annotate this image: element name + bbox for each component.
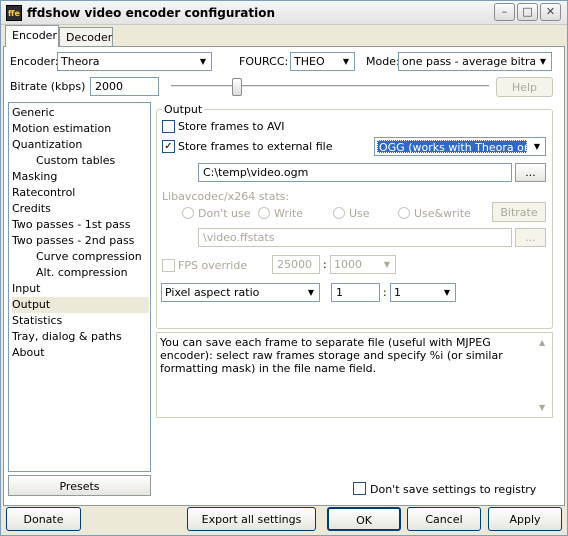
bitrate-button[interactable]: Bitrate	[492, 202, 546, 222]
tree-item-about[interactable]: About	[12, 345, 45, 361]
tree-item-statistics[interactable]: Statistics	[12, 313, 62, 329]
encoder-label: Encoder:	[10, 55, 59, 68]
tree-item-alt-compression[interactable]: Alt. compression	[36, 265, 128, 281]
dont-save-registry-checkbox[interactable]	[353, 482, 366, 495]
settings-tree[interactable]: Generic Motion estimation Quantization C…	[8, 102, 151, 472]
mode-label: Mode:	[366, 55, 400, 68]
chevron-down-icon: ▼	[535, 53, 551, 70]
aspect-numerator-input[interactable]: 1	[331, 283, 380, 302]
stats-file-path-input[interactable]: \video.ffstats	[198, 228, 512, 247]
radio-use-label: Use	[349, 207, 370, 220]
output-file-path-input[interactable]: C:\temp\video.ogm	[198, 163, 512, 182]
minimize-icon[interactable]: –	[494, 3, 515, 21]
radio-write[interactable]	[258, 207, 270, 219]
aspect-separator: :	[383, 286, 387, 299]
ok-button[interactable]: OK	[327, 507, 401, 531]
fps-numerator-input[interactable]: 25000	[272, 255, 320, 274]
store-avi-label: Store frames to AVI	[178, 120, 285, 133]
donate-button[interactable]: Donate	[6, 507, 81, 531]
fourcc-label: FOURCC:	[239, 55, 289, 68]
store-external-checkbox[interactable]: ✓	[162, 140, 175, 153]
stats-label: Libavcodec/x264 stats:	[162, 190, 290, 203]
fps-denominator-select[interactable]: 1000 ▼	[330, 255, 396, 274]
browse-stats-button[interactable]: ...	[515, 228, 546, 247]
bitrate-input[interactable]: 2000	[90, 77, 159, 96]
store-external-label: Store frames to external file	[178, 140, 333, 153]
output-format-value: OGG (works with Theora only)	[377, 140, 527, 153]
browse-file-button[interactable]: ...	[515, 163, 546, 182]
radio-use[interactable]	[333, 207, 345, 219]
tab-encoder-label: Encoder	[12, 29, 57, 42]
output-format-select[interactable]: OGG (works with Theora only) ▼	[374, 137, 546, 156]
ffdshow-app-icon: ffe	[6, 5, 22, 21]
encoder-select[interactable]: Theora ▼	[57, 52, 212, 71]
tree-item-quantization[interactable]: Quantization	[12, 137, 82, 153]
chevron-down-icon: ▼	[529, 138, 545, 155]
chevron-down-icon: ▼	[338, 53, 354, 70]
aspect-denominator-value: 1	[394, 286, 401, 299]
tree-item-credits[interactable]: Credits	[12, 201, 51, 217]
description-scrollbar[interactable]: ▲ ▼	[536, 334, 551, 416]
tab-decoder-label: Decoder	[66, 31, 113, 44]
cancel-button[interactable]: Cancel	[407, 507, 481, 531]
tree-item-output[interactable]: Output	[12, 297, 149, 313]
help-button[interactable]: Help	[496, 77, 553, 97]
fourcc-select[interactable]: THEO ▼	[290, 52, 355, 71]
fourcc-select-value: THEO	[294, 55, 325, 68]
aspect-ratio-value: Pixel aspect ratio	[165, 286, 260, 299]
chevron-down-icon: ▼	[195, 53, 211, 70]
tree-item-two-passes-2nd[interactable]: Two passes - 2nd pass	[12, 233, 134, 249]
aspect-ratio-select[interactable]: Pixel aspect ratio ▼	[161, 283, 320, 302]
chevron-down-icon: ▼	[379, 256, 395, 273]
radio-dont-use-label: Don't use	[198, 207, 251, 220]
fps-separator: :	[323, 258, 327, 271]
tree-item-curve-compression[interactable]: Curve compression	[36, 249, 142, 265]
tree-item-input[interactable]: Input	[12, 281, 40, 297]
scroll-down-icon[interactable]: ▼	[539, 401, 545, 414]
aspect-denominator-select[interactable]: 1 ▼	[390, 283, 456, 302]
store-avi-checkbox[interactable]	[162, 120, 175, 133]
radio-use-write[interactable]	[398, 207, 410, 219]
chevron-down-icon: ▼	[439, 284, 455, 301]
tree-item-two-passes-1st[interactable]: Two passes - 1st pass	[12, 217, 131, 233]
fps-override-label: FPS override	[178, 259, 248, 272]
dialog-window: ffe ffdshow video encoder configuration …	[0, 0, 568, 536]
export-settings-button[interactable]: Export all settings	[187, 507, 316, 531]
scroll-up-icon[interactable]: ▲	[539, 336, 545, 349]
tree-item-custom-tables[interactable]: Custom tables	[36, 153, 115, 169]
tree-item-tray-dialog-paths[interactable]: Tray, dialog & paths	[12, 329, 122, 345]
bitrate-label: Bitrate (kbps)	[10, 80, 86, 93]
radio-use-write-label: Use&write	[414, 207, 471, 220]
tab-decoder[interactable]: Decoder	[59, 27, 113, 47]
tree-item-masking[interactable]: Masking	[12, 169, 57, 185]
checkmark-icon: ✓	[164, 141, 173, 152]
title-bar[interactable]: ffe ffdshow video encoder configuration …	[1, 1, 567, 25]
fps-denominator-value: 1000	[334, 258, 362, 271]
mode-select[interactable]: one pass - average bitrate ▼	[398, 52, 552, 71]
bitrate-slider-thumb[interactable]	[232, 78, 242, 96]
presets-button[interactable]: Presets	[8, 475, 151, 496]
description-box[interactable]: You can save each frame to separate file…	[156, 332, 553, 418]
close-icon[interactable]: ✕	[540, 3, 561, 21]
apply-button[interactable]: Apply	[488, 507, 562, 531]
bitrate-slider-track[interactable]	[171, 85, 489, 88]
fps-override-checkbox[interactable]	[162, 259, 175, 272]
dont-save-registry-label: Don't save settings to registry	[370, 483, 537, 496]
output-group-title: Output	[162, 103, 205, 116]
maximize-icon[interactable]: □	[517, 3, 538, 21]
mode-select-value: one pass - average bitrate	[402, 55, 548, 68]
tree-item-motion-estimation[interactable]: Motion estimation	[12, 121, 111, 137]
tree-item-generic[interactable]: Generic	[12, 105, 55, 121]
tree-item-ratecontrol[interactable]: Ratecontrol	[12, 185, 75, 201]
encoder-select-value: Theora	[61, 55, 100, 68]
window-title: ffdshow video encoder configuration	[27, 6, 276, 20]
radio-dont-use[interactable]	[182, 207, 194, 219]
radio-write-label: Write	[274, 207, 304, 220]
tab-encoder[interactable]: Encoder	[5, 25, 59, 47]
chevron-down-icon: ▼	[303, 284, 319, 301]
description-text: You can save each frame to separate file…	[160, 336, 503, 375]
